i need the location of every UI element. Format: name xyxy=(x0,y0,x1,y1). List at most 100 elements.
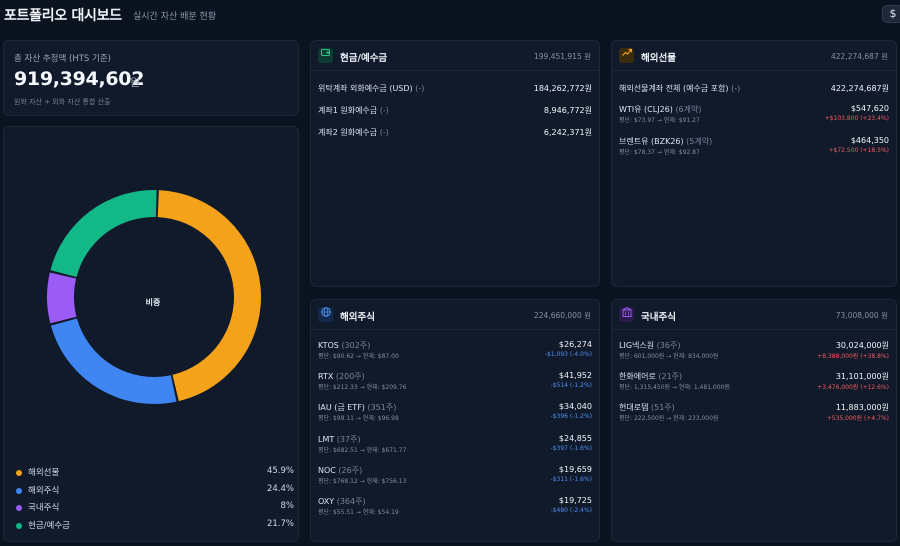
donut-slice-cash[interactable] xyxy=(50,190,157,277)
foreign-stocks-card-header: 해외주식 224,660,000 원 xyxy=(311,300,599,330)
item-name: 해외선물계좌 전체 (예수금 포함) xyxy=(619,84,729,93)
item-price-detail: 평단: 1,315,450원 → 현재: 1,481,000원 xyxy=(619,384,730,391)
item-name: IAU (금 ETF) xyxy=(318,403,365,412)
legend-item-domestic-stocks: 국내주식 8% xyxy=(14,501,294,519)
legend-label: 해외선물 xyxy=(28,468,60,478)
item-value: $464,350 xyxy=(850,136,889,145)
legend-dot xyxy=(16,505,22,512)
futures-card: 해외선물 422,274,687 원 해외선물계좌 전체 (예수금 포함) (-… xyxy=(611,40,897,287)
cash-card-title: 현금/예수금 xyxy=(340,53,388,64)
item-name: 계좌1 원화예수금 xyxy=(318,106,378,115)
item-tag: (-) xyxy=(731,84,741,93)
item-value: $547,620 xyxy=(850,104,889,113)
item-tag: (5계약) xyxy=(686,137,713,146)
item-change: -$311 (-1.6%) xyxy=(550,476,592,483)
item-tag: (-) xyxy=(379,106,389,115)
item-name: LIG넥스원 xyxy=(619,341,655,350)
donut-center-label: 비중 xyxy=(145,298,161,307)
legend-dot xyxy=(16,470,22,476)
donut-slice-foreign-stocks[interactable] xyxy=(50,318,177,404)
item-value: 6,242,371원 xyxy=(543,128,592,137)
item-name: RTX xyxy=(318,372,334,381)
item-price-detail: 평단: $682.51 → 현재: $671.77 xyxy=(318,447,407,454)
item-change: -$514 (-1.2%) xyxy=(550,382,592,389)
donut-slice-futures[interactable] xyxy=(157,190,261,402)
item-tag: (200주) xyxy=(335,372,365,381)
item-value: $19,725 xyxy=(558,496,592,505)
item-change: +$72,500 (+18.5%) xyxy=(828,147,889,154)
item-tag: (21주) xyxy=(658,372,683,381)
item-name: KTOS xyxy=(318,341,339,350)
item-change: +535,000원 (+4.7%) xyxy=(826,415,889,422)
item-value: 11,883,000원 xyxy=(835,403,889,412)
cash-card: 현금/예수금 199,451,915 원 위탁계좌 외화예수금 (USD) (-… xyxy=(310,40,600,287)
legend-dot xyxy=(16,523,22,530)
top-bar: 포트폴리오 대시보드 실시간 자산 배분 현황 $ xyxy=(0,0,900,30)
item-name: 한화에어로 xyxy=(619,372,656,381)
item-change: +8,388,000원 (+38.8%) xyxy=(817,353,889,360)
item-value: $41,952 xyxy=(558,371,592,380)
item-price-detail: 평단: $98.11 → 현재: $96.98 xyxy=(318,415,399,422)
foreign-stocks-card-total: 224,660,000 원 xyxy=(534,311,591,320)
futures-card-title: 해외선물 xyxy=(641,53,676,64)
item-tag: (364주) xyxy=(336,497,366,506)
item-tag: (302주) xyxy=(341,341,371,350)
allocation-card: 비중 해외선물 45.9% 해외주식 24.4% 국내주식 8% 현금/예수금 … xyxy=(3,126,299,542)
legend-percent: 45.9% xyxy=(266,466,294,476)
item-value: $26,274 xyxy=(558,340,592,349)
item-value: 184,262,772원 xyxy=(533,84,592,93)
domestic-stocks-card-header: 국내주식 73,008,000 원 xyxy=(612,300,896,330)
page-subtitle: 실시간 자산 배분 현황 xyxy=(133,12,217,22)
item-name: 위탁계좌 외화예수금 (USD) xyxy=(318,84,413,93)
item-name: WTI유 (CLJ26) xyxy=(619,105,673,114)
building-icon xyxy=(619,307,634,322)
foreign-stocks-card-title: 해외주식 xyxy=(340,312,375,323)
item-change: -$480 (-2.4%) xyxy=(550,507,592,514)
cash-card-total: 199,451,915 원 xyxy=(534,52,591,61)
item-price-detail: 평단: $78.37 → 현재: $92.87 xyxy=(619,149,700,156)
legend-label: 국내주식 xyxy=(28,503,60,514)
trend-up-icon xyxy=(619,48,634,63)
legend-label: 해외주식 xyxy=(28,485,60,496)
item-name: 현대로템 xyxy=(619,403,649,412)
futures-card-total: 422,274,687 원 xyxy=(831,52,888,61)
item-value: 8,946,772원 xyxy=(543,106,592,115)
legend-label: 현금/예수금 xyxy=(28,521,70,532)
total-assets-value: 919,394,602 xyxy=(14,68,145,90)
item-change: -$1,093 (-4.0%) xyxy=(544,351,592,358)
item-value: $19,659 xyxy=(558,465,592,474)
globe-icon xyxy=(318,307,333,322)
wallet-icon xyxy=(318,48,333,63)
legend-percent: 8% xyxy=(280,501,295,512)
item-price-detail: 평단: $768.12 → 현재: $756.13 xyxy=(318,478,407,485)
item-name: LMT xyxy=(318,435,335,444)
legend-item-futures: 해외선물 45.9% xyxy=(14,466,294,484)
total-assets-unit: 원 xyxy=(130,76,141,89)
legend-percent: 24.4% xyxy=(266,483,294,494)
currency-toggle-button[interactable]: $ xyxy=(882,5,900,23)
item-tag: (26주) xyxy=(338,466,363,475)
total-assets-card: 총 자산 추정액 (HTS 기준) 919,394,602 원 원화 자산 + … xyxy=(3,40,299,116)
allocation-legend: 해외선물 45.9% 해외주식 24.4% 국내주식 8% 현금/예수금 21.… xyxy=(14,466,294,537)
item-tag: (36주) xyxy=(656,341,681,350)
item-value: 30,024,000원 xyxy=(835,341,889,350)
item-change: -$397 (-1.6%) xyxy=(550,445,592,452)
item-name: OXY xyxy=(318,497,335,506)
item-price-detail: 평단: $90.62 → 현재: $87.00 xyxy=(318,353,399,360)
total-assets-note: 원화 자산 + 외화 자산 통합 산출 xyxy=(14,98,111,106)
donut-slice-domestic-stocks[interactable] xyxy=(47,272,77,324)
item-change: +$103,800 (+23.4%) xyxy=(824,115,889,122)
domestic-stocks-card-total: 73,008,000 원 xyxy=(835,311,888,320)
dollar-icon: $ xyxy=(889,7,897,20)
item-name: NOC xyxy=(318,466,336,475)
item-tag: (51주) xyxy=(651,403,675,412)
item-change: +3,476,000원 (+12.6%) xyxy=(817,384,889,391)
item-price-detail: 평단: $212.33 → 현재: $209.76 xyxy=(318,384,407,391)
legend-percent: 21.7% xyxy=(266,519,294,530)
item-tag: (6계약) xyxy=(675,105,702,114)
item-tag: (37주) xyxy=(336,435,361,444)
futures-card-header: 해외선물 422,274,687 원 xyxy=(612,41,896,71)
item-value: $34,040 xyxy=(558,402,592,411)
domestic-stocks-card-title: 국내주식 xyxy=(641,312,676,323)
legend-dot xyxy=(16,487,22,494)
